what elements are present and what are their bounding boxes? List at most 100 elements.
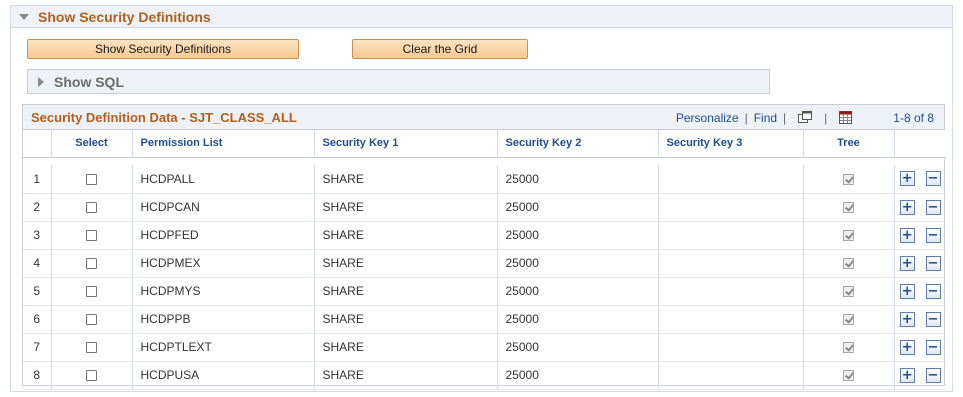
security-key-3-cell [658, 361, 804, 390]
show-sql-collapsible[interactable]: Show SQL [27, 69, 770, 94]
security-key-2-cell: 25000 [497, 165, 659, 194]
add-row-button[interactable]: + [899, 283, 915, 299]
security-key-3-cell [658, 193, 804, 222]
tree-cell [803, 193, 895, 222]
add-row-button[interactable]: + [899, 311, 915, 327]
add-row-cell: + [894, 305, 920, 334]
triangle-right-icon[interactable] [38, 76, 44, 87]
tree-cell [803, 333, 895, 362]
table-row: 3 HCDPFED SHARE 25000 + − [23, 221, 946, 250]
tree-cell [803, 277, 895, 306]
permission-list-cell: HCDPALL [132, 165, 315, 194]
delete-row-button[interactable]: − [925, 339, 941, 355]
select-checkbox[interactable] [86, 286, 97, 298]
tree-cell [803, 165, 895, 194]
delete-row-cell: − [920, 305, 946, 334]
delete-row-button[interactable]: − [925, 311, 941, 327]
add-row-cell: + [894, 333, 920, 362]
delete-row-cell: − [920, 361, 946, 390]
security-key-1-cell: SHARE [314, 249, 498, 278]
table-row: 8 HCDPUSA SHARE 25000 + − [23, 361, 946, 390]
toolbar-separator: | [824, 110, 828, 125]
delete-row-cell: − [920, 277, 946, 306]
table-row: 6 HCDPPB SHARE 25000 + − [23, 305, 946, 334]
security-key-1-cell: SHARE [314, 277, 498, 306]
security-key-3-column-header[interactable]: Security Key 3 [658, 130, 804, 158]
permission-list-column-header[interactable]: Permission List [132, 130, 315, 158]
add-row-button[interactable]: + [899, 227, 915, 243]
tree-cell [803, 305, 895, 334]
select-checkbox[interactable] [86, 174, 97, 186]
tree-column-header[interactable]: Tree [803, 130, 895, 158]
section-title[interactable]: Show Security Definitions [38, 9, 211, 25]
select-checkbox[interactable] [86, 230, 97, 242]
security-key-1-cell: SHARE [314, 221, 498, 250]
triangle-down-icon[interactable] [19, 14, 29, 20]
show-security-definitions-button[interactable]: Show Security Definitions [27, 39, 299, 59]
tree-checkbox [843, 314, 854, 326]
security-key-2-column-header[interactable]: Security Key 2 [497, 130, 659, 158]
add-row-button[interactable]: + [899, 171, 915, 187]
delete-row-button[interactable]: − [925, 367, 941, 383]
tree-checkbox [843, 174, 854, 186]
row-count: 1-8 of 8 [893, 110, 934, 125]
add-row-cell: + [894, 277, 920, 306]
find-link[interactable]: Find [754, 111, 777, 125]
toolbar-separator: | [783, 110, 787, 125]
select-cell [51, 277, 133, 306]
delete-row-button[interactable]: − [925, 171, 941, 187]
delete-row-cell: − [920, 249, 946, 278]
row-number: 5 [23, 277, 52, 306]
delete-row-button[interactable]: − [925, 255, 941, 271]
personalize-link[interactable]: Personalize [676, 111, 739, 125]
security-key-3-cell [658, 305, 804, 334]
security-key-2-cell: 25000 [497, 193, 659, 222]
grid-toolbar: Personalize | Find | | 1-8 of 8 [676, 105, 934, 130]
permission-list-cell: HCDPCAN [132, 193, 315, 222]
security-key-1-column-header[interactable]: Security Key 1 [314, 130, 498, 158]
tree-checkbox [843, 230, 854, 242]
security-key-3-cell [658, 333, 804, 362]
security-key-1-cell: SHARE [314, 305, 498, 334]
add-row-cell: + [894, 249, 920, 278]
spreadsheet-download-icon[interactable] [839, 111, 853, 124]
select-checkbox[interactable] [86, 202, 97, 214]
tree-cell [803, 221, 895, 250]
security-key-2-cell: 25000 [497, 221, 659, 250]
select-cell [51, 249, 133, 278]
delete-row-cell: − [920, 193, 946, 222]
add-row-cell: + [894, 221, 920, 250]
row-number: 3 [23, 221, 52, 250]
grid-header: Security Definition Data - SJT_CLASS_ALL… [23, 105, 944, 130]
show-sql-title[interactable]: Show SQL [54, 74, 124, 90]
select-checkbox[interactable] [86, 370, 97, 382]
add-row-button[interactable]: + [899, 339, 915, 355]
delete-row-button[interactable]: − [925, 227, 941, 243]
select-column-header[interactable]: Select [51, 130, 133, 158]
new-window-icon[interactable] [798, 111, 813, 124]
section-header-security-definitions[interactable]: Show Security Definitions [10, 5, 953, 28]
delete-row-button[interactable]: − [925, 199, 941, 215]
clear-grid-button[interactable]: Clear the Grid [352, 39, 528, 59]
security-key-1-cell: SHARE [314, 193, 498, 222]
add-column-header [894, 130, 920, 158]
add-row-cell: + [894, 193, 920, 222]
delete-column-header [920, 130, 946, 158]
tree-checkbox [843, 258, 854, 270]
select-checkbox[interactable] [86, 314, 97, 326]
tree-checkbox [843, 370, 854, 382]
row-number-header [23, 130, 52, 158]
add-row-button[interactable]: + [899, 255, 915, 271]
select-cell [51, 165, 133, 194]
row-number: 6 [23, 305, 52, 334]
add-row-button[interactable]: + [899, 199, 915, 215]
select-checkbox[interactable] [86, 258, 97, 270]
select-cell [51, 193, 133, 222]
add-row-button[interactable]: + [899, 367, 915, 383]
security-definition-grid: Security Definition Data - SJT_CLASS_ALL… [22, 104, 946, 390]
delete-row-button[interactable]: − [925, 283, 941, 299]
select-cell [51, 361, 133, 390]
permission-list-cell: HCDPTLEXT [132, 333, 315, 362]
select-checkbox[interactable] [86, 342, 97, 354]
security-key-1-cell: SHARE [314, 361, 498, 390]
